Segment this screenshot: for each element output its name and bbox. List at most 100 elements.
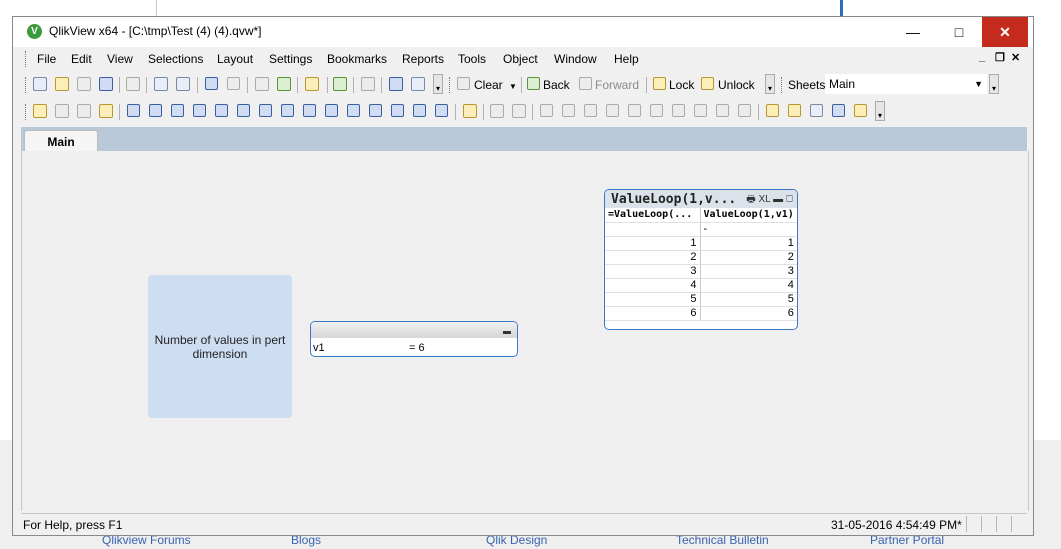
space-horizontal-icon[interactable] [672,104,685,117]
column-header[interactable]: =ValueLoop(... [605,208,701,223]
lock-icon[interactable] [653,77,666,90]
space-vertical-icon[interactable] [694,104,707,117]
table-box-icon[interactable] [193,104,206,117]
table-cell[interactable]: 5 [605,292,701,307]
menu-selections[interactable]: Selections [148,52,203,66]
search-icon[interactable] [255,77,269,91]
align-right-icon[interactable] [584,104,597,117]
toolbar-overflow-button[interactable]: ▾ [875,101,885,121]
maximize-button[interactable]: □ [936,17,982,47]
table-cell[interactable]: 6 [700,306,797,321]
toolbar-grip[interactable] [25,51,30,67]
sheets-dropdown[interactable]: Main ▼ [825,74,987,94]
expression-overview-icon[interactable] [854,104,867,117]
reload-script-icon[interactable] [176,77,190,91]
tab-main[interactable]: Main [24,130,98,153]
table-cell[interactable]: 2 [605,250,701,265]
reload-icon[interactable] [77,77,91,91]
document-restore-button[interactable]: ❐ [995,51,1005,64]
line-arrow-object-icon[interactable] [325,104,338,117]
custom-object-icon[interactable] [435,104,448,117]
align-bottom-icon[interactable] [606,104,619,117]
table-viewer-icon[interactable] [832,104,845,117]
toolbar-overflow-button[interactable]: ▾ [433,74,443,94]
align-middle-icon[interactable] [628,104,641,117]
listbox-icon[interactable] [127,104,140,117]
title-bar[interactable]: V QlikView x64 - [C:\tmp\Test (4) (4).qv… [13,17,1033,47]
menu-view[interactable]: View [107,52,133,66]
toolbar-grip[interactable] [25,104,30,120]
quick-chart-wizard-icon[interactable] [463,104,477,118]
table-cell[interactable]: 2 [700,250,797,265]
save-icon[interactable] [99,77,113,91]
clear-selections-icon[interactable] [457,77,470,90]
menu-bookmarks[interactable]: Bookmarks [327,52,387,66]
listbox-field-value[interactable]: = 6 [409,342,425,354]
table-cell[interactable]: 4 [700,278,797,293]
promote-sheet-icon[interactable] [55,104,69,118]
align-left-icon[interactable] [540,104,553,117]
print-icon[interactable] [126,77,140,91]
menu-reports[interactable]: Reports [402,52,444,66]
caption-icons[interactable]: 🖶 XL ▬ ◻ [746,192,793,209]
listbox-v1[interactable]: v1 = 6 [310,321,518,357]
demote-sheet-icon[interactable] [77,104,91,118]
button-object-icon[interactable] [281,104,294,117]
add-favorite-star-icon[interactable] [333,77,347,91]
minimize-button[interactable]: — [890,17,936,47]
open-folder-icon[interactable] [55,77,69,91]
new-sheet-icon[interactable] [33,104,47,118]
table-cell[interactable]: 3 [605,264,701,279]
sheet-edit-icon[interactable] [810,104,823,117]
unlock-button[interactable]: Unlock [718,78,755,92]
menu-object[interactable]: Object [503,52,538,66]
table-box-caption[interactable]: ValueLoop(1,v... 🖶 XL ▬ ◻ [605,190,797,208]
slider-object-icon[interactable] [347,104,360,117]
text-object-icon[interactable] [303,104,316,117]
bookmark-object-icon[interactable] [369,104,382,117]
table-cell[interactable]: 6 [605,306,701,321]
new-document-icon[interactable] [33,77,47,91]
multi-box-icon[interactable] [171,104,184,117]
help-icon[interactable] [389,77,403,91]
unlock-icon[interactable] [701,77,714,90]
listbox-caption[interactable] [311,322,517,338]
back-button[interactable]: Back [543,78,570,92]
table-cell[interactable]: 4 [605,278,701,293]
table-cell[interactable]: 3 [700,264,797,279]
table-cell[interactable]: 1 [700,236,797,251]
document-minimize-button[interactable]: _ [979,51,985,63]
menu-layout[interactable]: Layout [217,52,253,66]
statistics-box-icon[interactable] [149,104,162,117]
format-painter-icon[interactable] [490,104,504,118]
context-help-icon[interactable] [411,77,425,91]
chart-icon[interactable] [215,104,228,117]
table-cell[interactable]: 1 [605,236,701,251]
clear-button[interactable]: Clear [474,78,503,92]
minimize-icon[interactable] [503,331,511,334]
menu-edit[interactable]: Edit [71,52,92,66]
table-box-valueloop[interactable]: ValueLoop(1,v... 🖶 XL ▬ ◻ =ValueLoop(...… [604,189,798,330]
edit-module-icon[interactable] [766,104,779,117]
input-box-icon[interactable] [237,104,250,117]
menu-help[interactable]: Help [614,52,639,66]
menu-tools[interactable]: Tools [458,52,486,66]
container-object-icon[interactable] [413,104,426,117]
table-cell[interactable] [605,222,701,237]
back-arrow-icon[interactable] [527,77,540,90]
toolbar-overflow-button[interactable]: ▾ [989,74,999,94]
edit-script-icon[interactable] [154,77,168,91]
current-selections-icon[interactable] [259,104,272,117]
document-close-button[interactable]: ✕ [1011,51,1020,64]
table-cell[interactable]: 5 [700,292,797,307]
sheet-properties-icon[interactable] [99,104,113,118]
toolbar-overflow-button[interactable]: ▾ [765,74,775,94]
toolbar-grip[interactable] [781,77,786,93]
toolbar-grip[interactable] [25,77,30,93]
menu-window[interactable]: Window [554,52,597,66]
undo-icon[interactable] [205,77,218,90]
redo-icon[interactable] [227,77,240,90]
close-button[interactable]: ✕ [982,17,1028,47]
text-object[interactable]: Number of values in pert dimension [148,275,292,418]
column-header[interactable]: ValueLoop(1,v1) [700,208,797,223]
